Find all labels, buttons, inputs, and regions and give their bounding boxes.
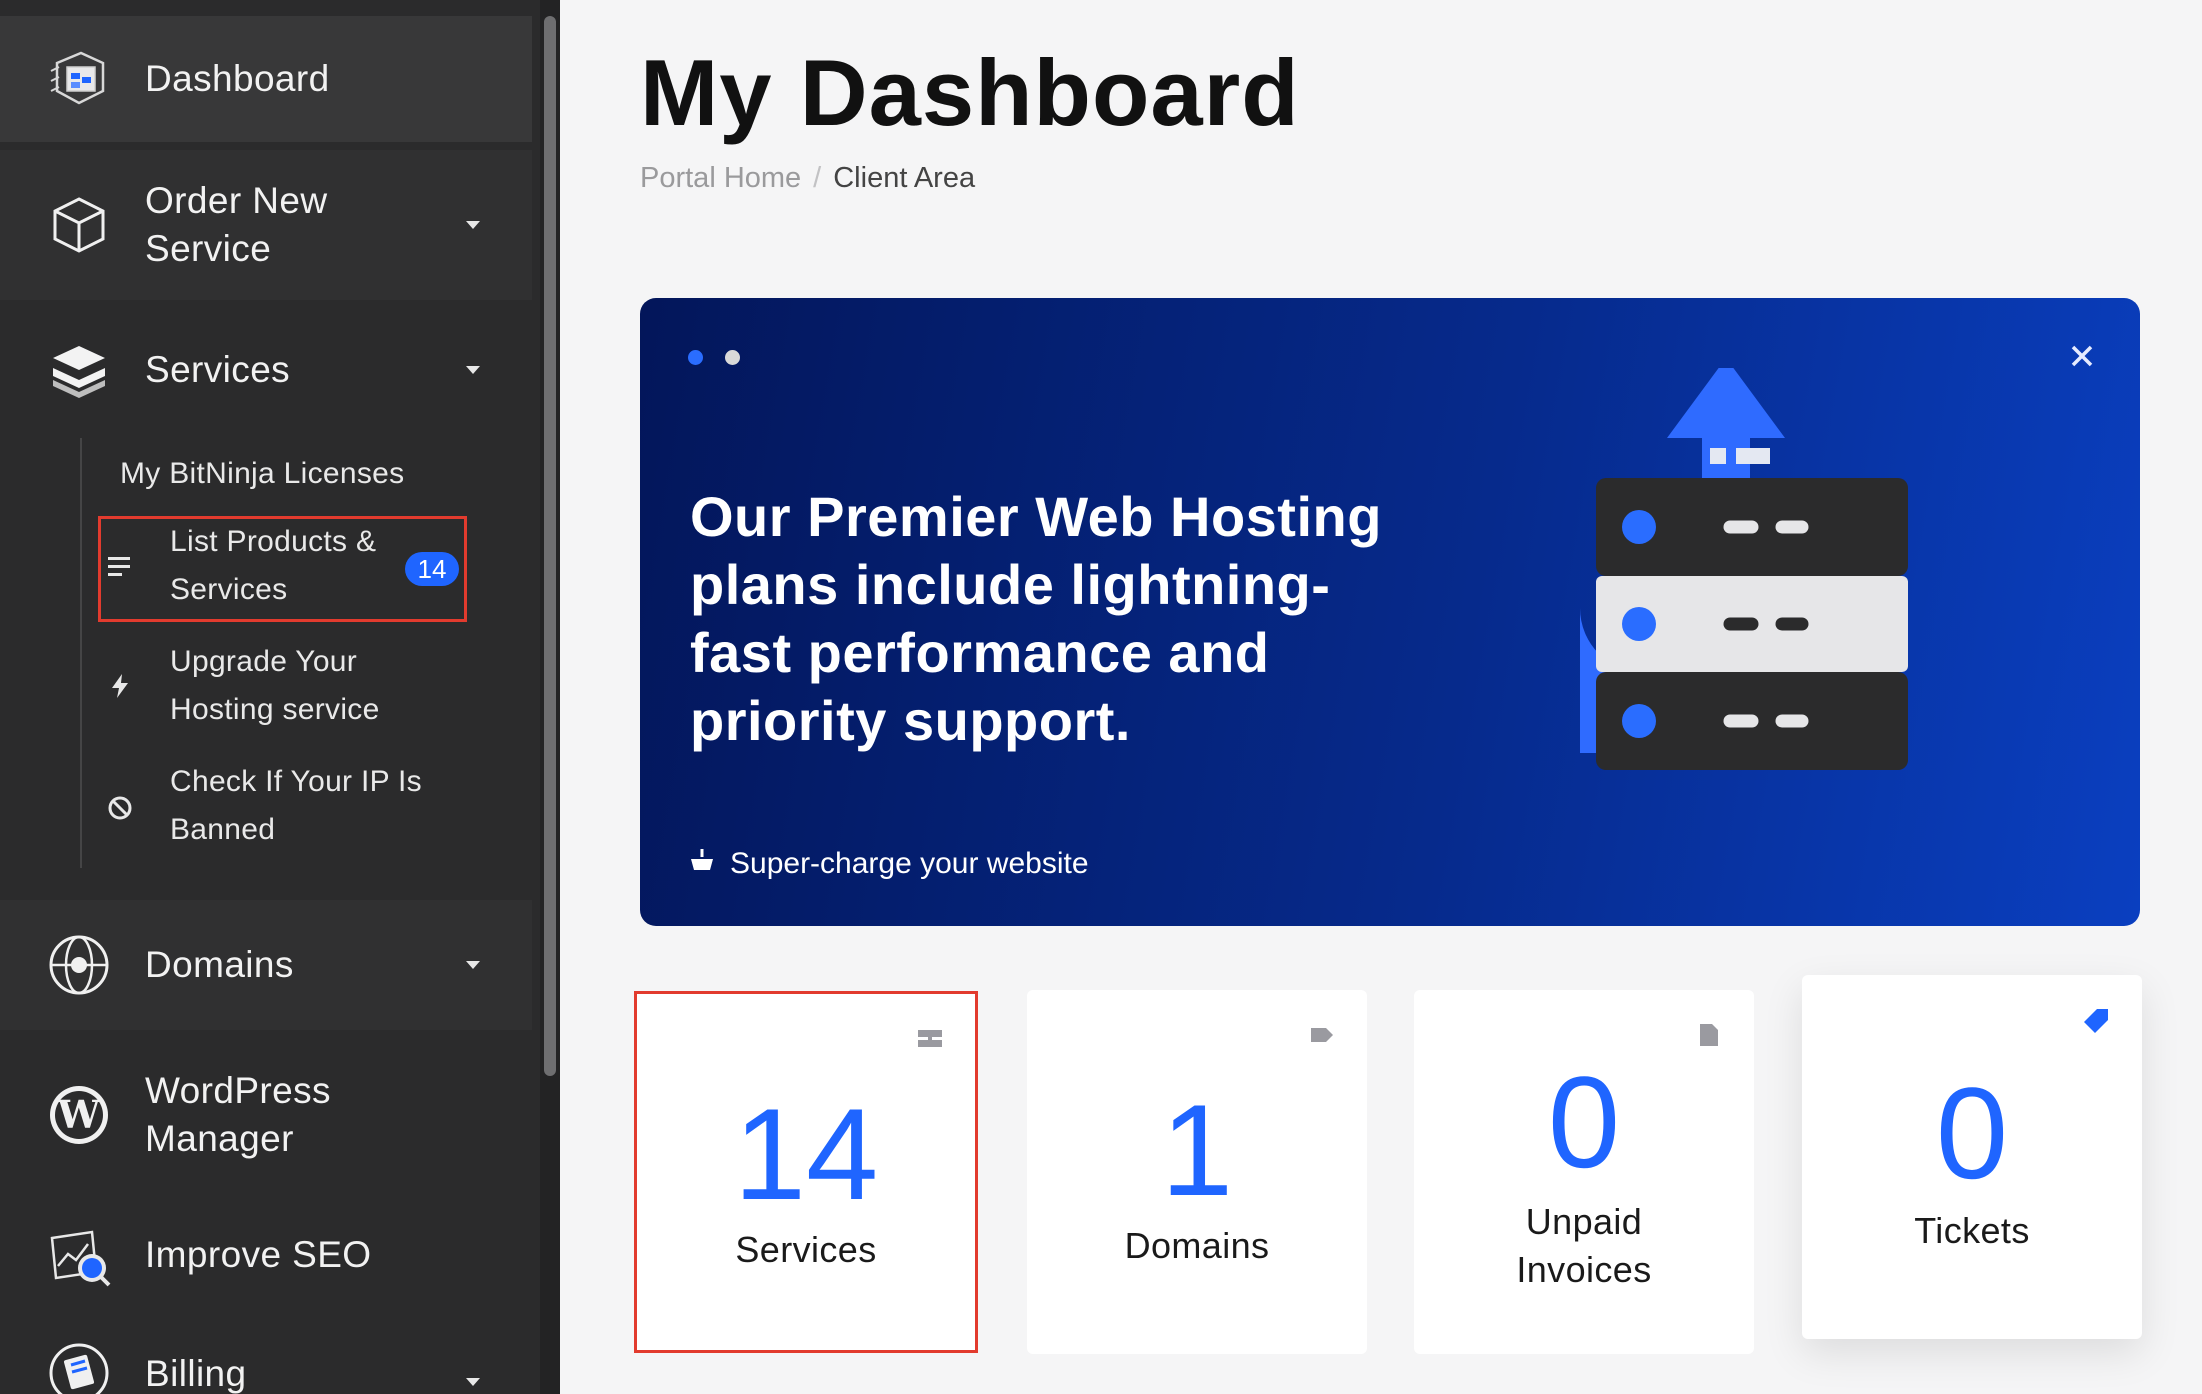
close-banner-button[interactable] <box>2066 340 2098 372</box>
stat-value: 0 <box>1935 1060 2009 1206</box>
layers-icon <box>46 337 112 403</box>
globe-icon <box>46 932 112 998</box>
lightning-icon <box>102 668 138 704</box>
submenu-item-label: My BitNinja Licenses <box>120 457 405 490</box>
chevron-down-icon <box>466 1378 480 1386</box>
ticket-icon <box>2082 1005 2112 1035</box>
services-count-badge: 14 <box>405 552 459 586</box>
banner-cta-label: Super-charge your website <box>730 847 1089 880</box>
stat-card-unpaid-invoices[interactable]: 0 Unpaid Invoices <box>1414 990 1754 1354</box>
stat-label: Unpaid Invoices <box>1516 1201 1652 1290</box>
tag-icon <box>1307 1020 1337 1050</box>
billing-icon <box>46 1340 112 1394</box>
breadcrumb-current: Client Area <box>833 162 976 194</box>
sidebar-item-wordpress-manager[interactable]: W WordPress Manager <box>0 1040 532 1190</box>
stat-card-tickets[interactable]: 0 Tickets <box>1802 975 2142 1339</box>
carousel-dot-2[interactable] <box>725 350 740 365</box>
breadcrumb-portal-home[interactable]: Portal Home <box>640 160 801 196</box>
server-illustration <box>1580 368 1908 770</box>
chevron-down-icon <box>466 221 480 229</box>
sidebar-item-billing[interactable]: Billing <box>0 1330 532 1394</box>
services-submenu: My BitNinja Licenses List Products & Ser… <box>80 438 530 868</box>
stat-value: 1 <box>1160 1077 1234 1223</box>
stat-label: Domains <box>1124 1225 1270 1266</box>
submenu-item-upgrade-hosting[interactable]: Upgrade Your Hosting service <box>112 638 490 742</box>
chevron-down-icon <box>466 366 480 374</box>
cube-icon <box>46 192 112 258</box>
close-icon <box>2071 345 2093 367</box>
seo-icon <box>46 1222 112 1288</box>
sidebar-item-label: Improve SEO <box>145 1234 372 1275</box>
sidebar-scrollbar-thumb[interactable] <box>544 16 556 1076</box>
server-icon <box>915 1024 945 1054</box>
sidebar-item-label: Dashboard <box>145 58 330 99</box>
breadcrumb: Portal Home / Client Area <box>640 160 975 196</box>
stat-value: 14 <box>733 1081 879 1227</box>
promo-banner: Our Premier Web Hosting plans include li… <box>640 298 2140 926</box>
chevron-down-icon <box>466 961 480 969</box>
carousel-dots <box>688 350 740 365</box>
sidebar: Dashboard Order New Service Services My … <box>0 0 560 1394</box>
banner-cta-link[interactable]: Super-charge your website <box>688 846 1089 882</box>
breadcrumb-separator: / <box>813 162 822 194</box>
sidebar-item-dashboard[interactable]: Dashboard <box>0 16 532 142</box>
stat-card-domains[interactable]: 1 Domains <box>1027 990 1367 1354</box>
sidebar-item-domains[interactable]: Domains <box>0 900 532 1030</box>
sidebar-item-label: Domains <box>145 944 294 985</box>
submenu-item-check-ip-banned[interactable]: Check If Your IP Is Banned <box>108 758 490 862</box>
rocket-icon <box>688 846 716 882</box>
wordpress-icon: W <box>46 1082 112 1148</box>
sidebar-item-label: Services <box>145 349 291 390</box>
carousel-dot-1[interactable] <box>688 350 703 365</box>
ban-icon <box>102 790 138 826</box>
svg-text:W: W <box>56 1092 101 1137</box>
stat-label: Tickets <box>1914 1210 2030 1251</box>
submenu-item-label: Upgrade Your Hosting service <box>170 645 380 726</box>
dashboard-icon <box>46 46 112 112</box>
document-icon <box>1694 1020 1724 1050</box>
page-title: My Dashboard <box>640 40 1300 145</box>
stat-value: 0 <box>1547 1049 1621 1195</box>
banner-headline: Our Premier Web Hosting plans include li… <box>690 485 1382 752</box>
stat-card-services[interactable]: 14 Services <box>634 991 978 1353</box>
sidebar-item-improve-seo[interactable]: Improve SEO <box>0 1190 532 1320</box>
sidebar-item-order-new-service[interactable]: Order New Service <box>0 150 532 300</box>
submenu-item-label: Check If Your IP Is Banned <box>170 765 422 846</box>
sidebar-item-label: Billing <box>145 1353 247 1394</box>
sidebar-item-services[interactable]: Services <box>0 300 532 440</box>
sidebar-item-label: WordPress Manager <box>145 1070 331 1159</box>
sidebar-item-label: Order New Service <box>145 180 328 269</box>
stat-label: Services <box>735 1229 877 1270</box>
